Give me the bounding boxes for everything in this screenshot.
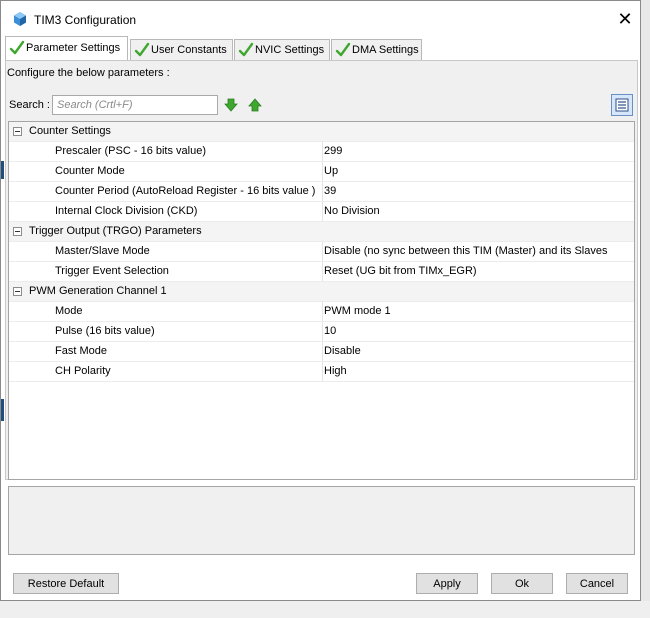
param-name: Fast Mode	[55, 345, 107, 357]
ok-button[interactable]: Ok	[491, 573, 553, 594]
group-label: Trigger Output (TRGO) Parameters	[29, 225, 202, 237]
param-row[interactable]: Counter Mode Up	[9, 162, 634, 182]
tab-label: Parameter Settings	[26, 42, 121, 54]
param-name: Master/Slave Mode	[55, 245, 150, 257]
param-name: CH Polarity	[55, 365, 111, 377]
collapse-toggle[interactable]	[13, 287, 22, 296]
param-value[interactable]: 39	[322, 182, 634, 201]
param-value[interactable]: Reset (UG bit from TIMx_EGR)	[322, 262, 634, 281]
window-shadow-right	[641, 0, 650, 618]
list-view-icon	[615, 98, 629, 112]
param-row[interactable]: Master/Slave Mode Disable (no sync betwe…	[9, 242, 634, 262]
cancel-button[interactable]: Cancel	[566, 573, 628, 594]
param-name: Pulse (16 bits value)	[55, 325, 155, 337]
background-window-edge	[1, 399, 4, 421]
checkmark-icon	[238, 42, 254, 57]
tab-label: NVIC Settings	[255, 44, 325, 56]
tab-user-constants[interactable]: User Constants	[130, 39, 233, 60]
param-name: Counter Period (AutoReload Register - 16…	[55, 185, 316, 197]
group-counter-settings[interactable]: Counter Settings	[9, 122, 634, 142]
param-row[interactable]: Mode PWM mode 1	[9, 302, 634, 322]
description-panel	[8, 486, 635, 555]
param-name: Trigger Event Selection	[55, 265, 169, 277]
view-toggle-button[interactable]	[611, 94, 633, 116]
param-value[interactable]: Up	[322, 162, 634, 181]
checkmark-icon	[134, 42, 150, 57]
close-button[interactable]: ✕	[611, 7, 639, 31]
restore-default-button[interactable]: Restore Default	[13, 573, 119, 594]
configure-label: Configure the below parameters :	[7, 67, 170, 79]
background-window-edge	[1, 161, 4, 179]
param-value[interactable]: Disable	[322, 342, 634, 361]
parameter-tree: Counter Settings Prescaler (PSC - 16 bit…	[8, 121, 635, 480]
tab-parameter-settings[interactable]: Parameter Settings	[5, 36, 128, 60]
close-icon: ✕	[617, 9, 633, 29]
arrow-down-icon[interactable]	[224, 98, 238, 112]
group-trigger-output[interactable]: Trigger Output (TRGO) Parameters	[9, 222, 634, 242]
param-name: Internal Clock Division (CKD)	[55, 205, 198, 217]
tab-label: DMA Settings	[352, 44, 419, 56]
param-name: Counter Mode	[55, 165, 125, 177]
search-input[interactable]	[52, 95, 218, 115]
title-bar[interactable]: TIM3 Configuration ✕	[1, 1, 640, 37]
param-row[interactable]: Pulse (16 bits value) 10	[9, 322, 634, 342]
search-label: Search :	[9, 99, 50, 111]
window-shadow-bottom	[0, 601, 650, 618]
group-label: PWM Generation Channel 1	[29, 285, 167, 297]
collapse-toggle[interactable]	[13, 227, 22, 236]
tab-nvic-settings[interactable]: NVIC Settings	[234, 39, 330, 60]
apply-button[interactable]: Apply	[416, 573, 478, 594]
param-name: Mode	[55, 305, 83, 317]
dialog-window: TIM3 Configuration ✕ Parameter Settings …	[0, 0, 641, 601]
param-value[interactable]: Disable (no sync between this TIM (Maste…	[322, 242, 634, 261]
param-value[interactable]: 299	[322, 142, 634, 161]
param-value[interactable]: PWM mode 1	[322, 302, 634, 321]
checkmark-icon	[9, 40, 25, 55]
tab-label: User Constants	[151, 44, 227, 56]
tab-bar: Parameter Settings User Constants NVIC S…	[5, 36, 635, 60]
param-row[interactable]: Internal Clock Division (CKD) No Divisio…	[9, 202, 634, 222]
window-title: TIM3 Configuration	[34, 13, 137, 27]
param-row[interactable]: Trigger Event Selection Reset (UG bit fr…	[9, 262, 634, 282]
param-name: Prescaler (PSC - 16 bits value)	[55, 145, 206, 157]
tab-dma-settings[interactable]: DMA Settings	[331, 39, 422, 60]
group-label: Counter Settings	[29, 125, 111, 137]
checkmark-icon	[335, 42, 351, 57]
param-row[interactable]: Counter Period (AutoReload Register - 16…	[9, 182, 634, 202]
cube-icon	[14, 12, 26, 26]
param-value[interactable]: No Division	[322, 202, 634, 221]
group-pwm-channel-1[interactable]: PWM Generation Channel 1	[9, 282, 634, 302]
param-row[interactable]: Prescaler (PSC - 16 bits value) 299	[9, 142, 634, 162]
param-value[interactable]: 10	[322, 322, 634, 341]
collapse-toggle[interactable]	[13, 127, 22, 136]
arrow-up-icon[interactable]	[248, 98, 262, 112]
param-value[interactable]: High	[322, 362, 634, 381]
param-row[interactable]: CH Polarity High	[9, 362, 634, 382]
param-row[interactable]: Fast Mode Disable	[9, 342, 634, 362]
